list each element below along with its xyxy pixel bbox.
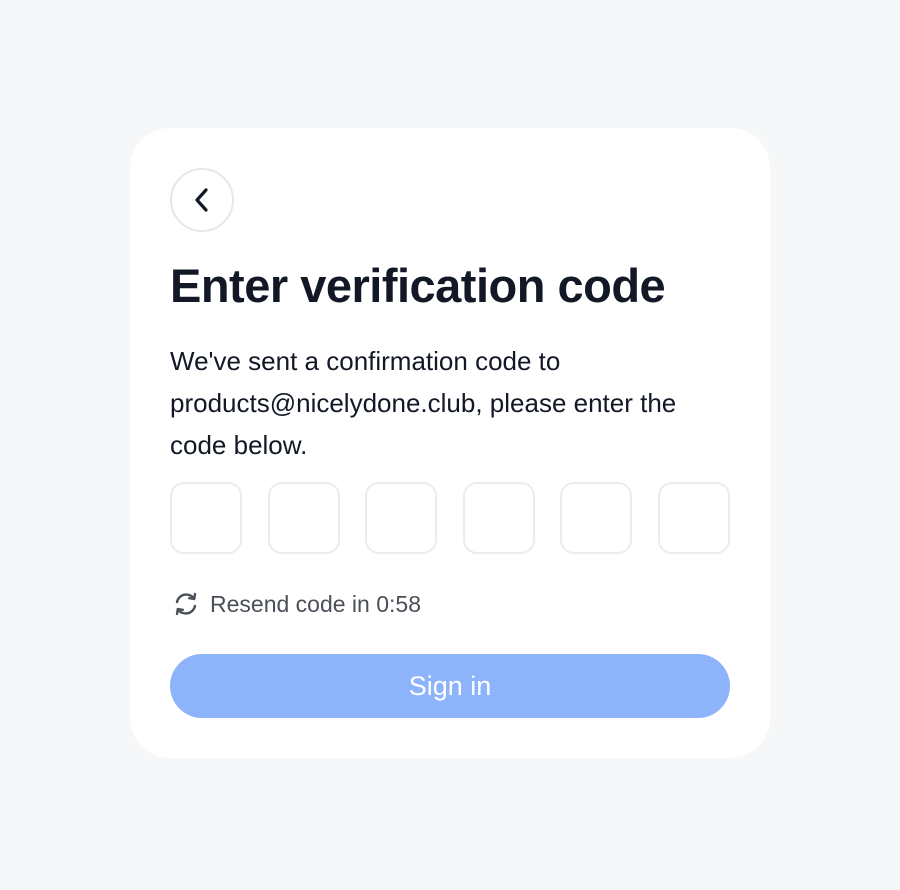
code-digit-1[interactable]: [170, 482, 242, 554]
page-title: Enter verification code: [170, 259, 666, 312]
sign-in-button[interactable]: Sign in: [170, 654, 730, 718]
code-digit-3[interactable]: [365, 482, 438, 554]
refresh-icon: [170, 588, 202, 620]
back-button[interactable]: [170, 168, 234, 232]
code-digit-2[interactable]: [267, 482, 340, 554]
resend-timer-text: Resend code in 0:58: [210, 590, 421, 617]
code-input-group: [170, 482, 730, 554]
code-digit-4[interactable]: [462, 482, 535, 554]
verification-card: Enter verification code We've sent a con…: [130, 128, 770, 758]
resend-code-link[interactable]: Resend code in 0:58: [170, 586, 421, 622]
description-text: We've sent a confirmation code to produc…: [170, 346, 677, 460]
code-digit-5[interactable]: [560, 482, 633, 554]
code-digit-6[interactable]: [657, 482, 730, 554]
chevron-left-icon: [192, 186, 212, 214]
